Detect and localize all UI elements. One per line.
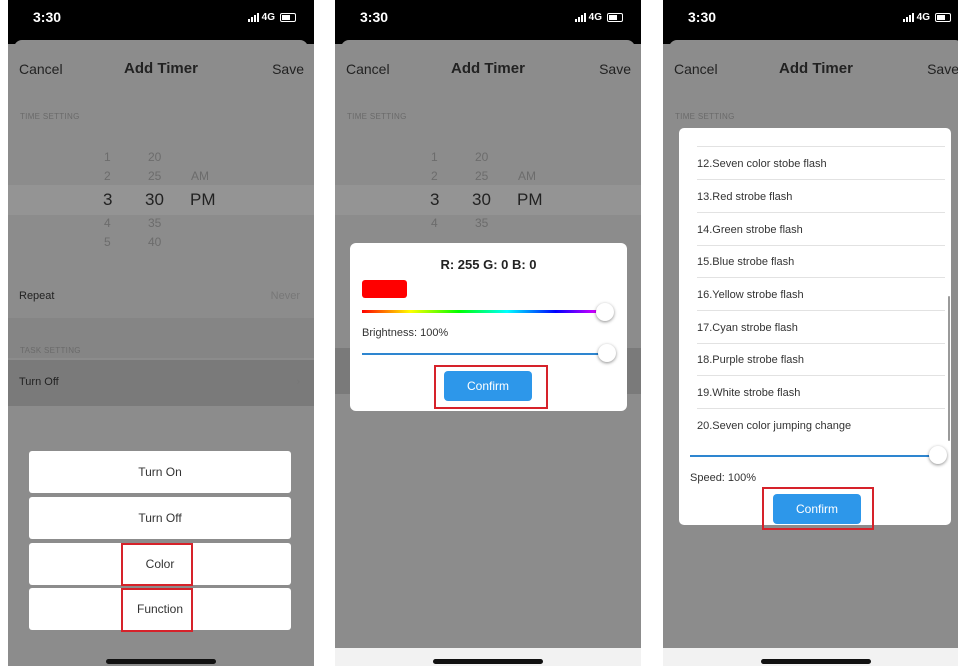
highlight-box-color <box>121 543 193 586</box>
function-item[interactable]: 12.Seven color stobe flash <box>697 148 945 180</box>
speed-label: Speed: 100% <box>690 472 757 484</box>
battery-icon <box>935 13 951 22</box>
section-time-setting: TIME SETTING <box>20 112 80 121</box>
picker-ampm-selected[interactable]: PM <box>517 190 543 210</box>
status-time: 3:30 <box>688 9 717 25</box>
speed-slider-track[interactable] <box>690 455 938 457</box>
network-label: 4G <box>588 12 602 23</box>
status-time: 3:30 <box>33 9 62 25</box>
section-time-setting: TIME SETTING <box>347 112 407 121</box>
home-indicator <box>106 659 216 664</box>
repeat-value: Never <box>270 290 300 302</box>
battery-icon <box>280 13 296 22</box>
function-item[interactable]: 14.Green strobe flash <box>697 214 945 246</box>
page-title: Add Timer <box>124 60 198 77</box>
function-item[interactable]: 17.Cyan strobe flash <box>697 312 945 344</box>
highlight-box-confirm <box>762 487 874 530</box>
signal-icon <box>902 13 914 22</box>
save-button[interactable]: Save <box>599 61 631 77</box>
highlight-box-function <box>121 588 193 632</box>
status-time: 3:30 <box>360 9 389 25</box>
function-item[interactable]: 19.White strobe flash <box>697 377 945 409</box>
network-label: 4G <box>916 12 930 23</box>
status-bar: 3:30 4G <box>663 0 958 44</box>
home-indicator <box>761 659 871 664</box>
nav-bar: Cancel Add Timer Save <box>8 48 314 92</box>
picker-minute-selected[interactable]: 30 <box>145 190 164 210</box>
status-bar: 3:30 4G <box>335 0 641 44</box>
page-title: Add Timer <box>779 60 853 77</box>
function-item[interactable]: 16.Yellow strobe flash <box>697 279 945 311</box>
battery-icon <box>607 13 623 22</box>
color-swatch <box>362 280 407 298</box>
picker-hour-selected[interactable]: 3 <box>103 190 112 210</box>
hue-slider-thumb[interactable] <box>596 303 614 321</box>
section-task-setting: TASK SETTING <box>20 346 81 355</box>
function-item[interactable]: 20.Seven color jumping change <box>697 410 945 442</box>
save-button[interactable]: Save <box>272 61 304 77</box>
function-item[interactable]: 18.Purple strobe flash <box>697 344 945 376</box>
highlight-box-confirm <box>434 365 548 409</box>
signal-icon <box>247 13 259 22</box>
chevron-right-icon: › <box>296 376 300 388</box>
section-time-setting: TIME SETTING <box>675 112 735 121</box>
hue-slider-track[interactable] <box>362 310 604 313</box>
function-item[interactable]: 13.Red strobe flash <box>697 181 945 213</box>
phone-screen-function-dialog: 3:30 4G Cancel Add Timer Save TIME SETTI… <box>663 0 958 666</box>
picker-ampm-selected[interactable]: PM <box>190 190 216 210</box>
list-scrollbar[interactable] <box>948 296 950 441</box>
rgb-readout: R: 255 G: 0 B: 0 <box>440 257 537 272</box>
repeat-label: Repeat <box>19 290 55 302</box>
action-turn-on[interactable]: Turn On <box>29 451 291 493</box>
function-item[interactable]: 15.Blue strobe flash <box>697 246 945 278</box>
nav-bar: Cancel Add Timer Save <box>663 48 958 92</box>
signal-icon <box>574 13 586 22</box>
task-label: Turn Off <box>19 376 59 388</box>
nav-bar: Cancel Add Timer Save <box>335 48 641 92</box>
brightness-slider-track[interactable] <box>362 353 607 355</box>
speed-slider-thumb[interactable] <box>929 446 947 464</box>
action-turn-off[interactable]: Turn Off <box>29 497 291 539</box>
save-button[interactable]: Save <box>927 61 958 77</box>
home-indicator <box>433 659 543 664</box>
phone-screen-action-sheet: 3:30 4G Cancel Add Timer Save TIME SETTI… <box>8 0 314 666</box>
picker-minute-selected[interactable]: 30 <box>472 190 491 210</box>
status-bar: 3:30 4G <box>8 0 314 44</box>
brightness-label: Brightness: 100% <box>362 327 449 339</box>
page-title: Add Timer <box>451 60 525 77</box>
function-dialog: 12.Seven color stobe flash 13.Red strobe… <box>679 128 951 525</box>
picker-hour-selected[interactable]: 3 <box>430 190 439 210</box>
phone-screen-color-dialog: 3:30 4G Cancel Add Timer Save TIME SETTI… <box>335 0 641 666</box>
brightness-slider-thumb[interactable] <box>598 344 616 362</box>
network-label: 4G <box>261 12 275 23</box>
